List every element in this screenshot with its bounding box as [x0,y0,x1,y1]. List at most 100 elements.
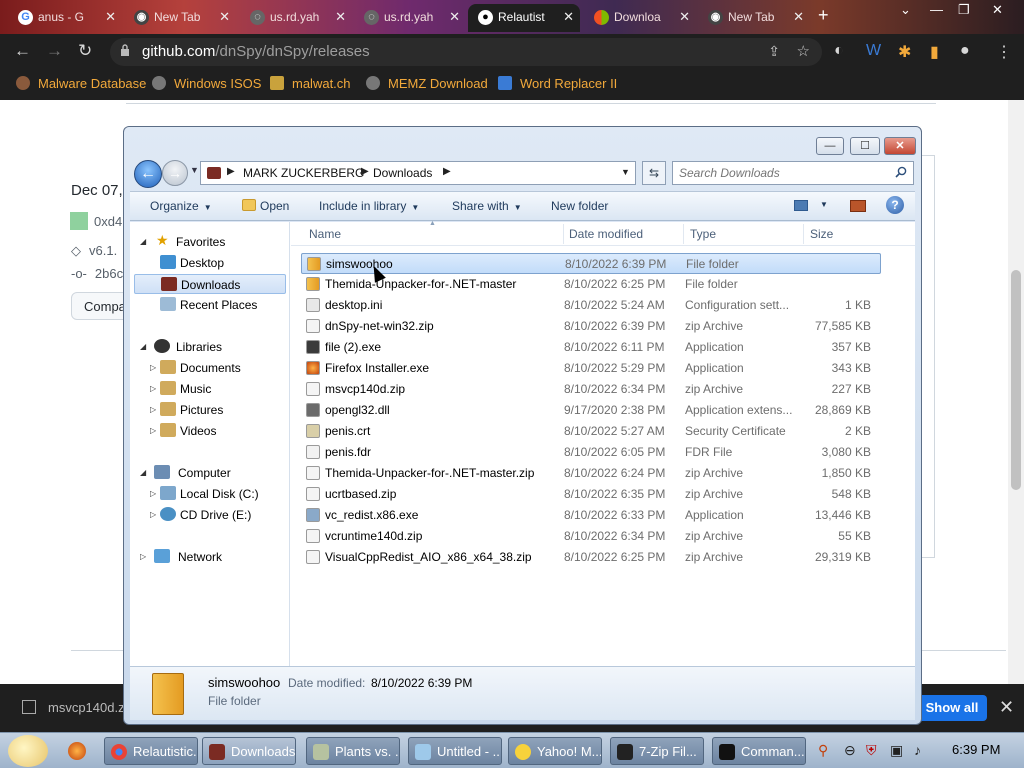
column-header-name[interactable]: Name [309,227,341,241]
collapsed-arrow-icon[interactable]: ▷ [150,405,156,414]
browser-tab-active[interactable]: ● Relautist ✕ [468,4,580,32]
browser-tab[interactable]: ◉ New Tab ✕ [124,4,236,32]
column-divider[interactable] [563,224,564,244]
commit-row[interactable]: -o- 2b6c [71,266,123,281]
file-row[interactable]: VisualCppRedist_AIO_x86_x64_38.zip 8/10/2… [301,547,881,568]
browser-tab[interactable]: ◌ us.rd.yah ✕ [240,4,352,32]
nav-music[interactable]: ▷ Music [150,379,288,399]
close-icon[interactable]: ✕ [793,4,804,30]
start-button[interactable] [8,735,48,767]
open-button[interactable]: Open [242,199,289,213]
file-row[interactable]: file (2).exe 8/10/2022 6:11 PM Application… [301,337,881,358]
file-row[interactable]: vc_redist.x86.exe 8/10/2022 6:33 PM Applic… [301,505,881,526]
search-icon[interactable] [895,166,907,178]
browser-tab[interactable]: ◌ us.rd.yah ✕ [354,4,466,32]
clock[interactable]: 6:39 PM [952,742,1000,757]
nav-cd-drive[interactable]: ▷ CD Drive (E:) [150,505,288,525]
file-row[interactable]: Themida-Unpacker-for-.NET-master.zip 8/10… [301,463,881,484]
search-box[interactable] [672,161,914,185]
minimize-icon[interactable]: — [930,2,943,17]
maximize-button[interactable]: ☐ [850,137,880,155]
file-row[interactable]: simswoohoo 8/10/2022 6:39 PM File folder [301,253,881,274]
nav-recent-places[interactable]: Recent Places [140,295,288,315]
nav-computer[interactable]: ◢ Computer [140,463,288,483]
forward-icon[interactable]: → [46,42,63,60]
new-tab-icon[interactable]: + [818,5,829,26]
new-folder-button[interactable]: New folder [551,199,608,213]
expand-arrow-icon[interactable]: ◢ [140,342,146,351]
file-row[interactable]: opengl32.dll 9/17/2020 2:38 PM Application… [301,400,881,421]
back-arrow-icon[interactable]: ← [134,160,162,188]
nav-libraries[interactable]: ◢ Libraries [140,337,288,357]
scrollbar-thumb[interactable] [1011,270,1021,490]
expand-arrow-icon[interactable]: ◢ [140,468,146,477]
taskbar-item-downloads[interactable]: Downloads [202,737,296,765]
organize-button[interactable]: Organize ▼ [150,199,212,213]
file-row[interactable]: msvcp140d.zip 8/10/2022 6:34 PM zip Archiv… [301,379,881,400]
help-icon[interactable]: ? [886,196,904,214]
close-icon[interactable]: ✕ [335,4,346,30]
taskbar-item-plants-vs[interactable]: Plants vs. ... [306,737,400,765]
share-icon[interactable]: ⇪ [768,43,780,60]
nav-videos[interactable]: ▷ Videos [150,421,288,441]
firefox-icon[interactable] [68,742,86,760]
browser-tab[interactable]: G anus - G ✕ [8,4,122,32]
extensions-puzzle-icon[interactable]: ✱ [898,42,911,62]
expand-arrow-icon[interactable]: ◢ [140,237,146,246]
search-icon[interactable]: ⚲ [818,742,828,759]
close-icon[interactable]: ✕ [449,4,460,30]
chevron-right-icon[interactable]: ▶ [443,166,451,177]
tag-label[interactable]: v6.1. [89,243,117,258]
reload-icon[interactable]: ↻ [78,42,92,60]
breadcrumb-downloads[interactable]: Downloads [373,166,432,180]
page-scrollbar[interactable] [1008,100,1024,684]
column-divider[interactable] [683,224,684,244]
close-icon[interactable]: ✕ [563,4,574,30]
file-row[interactable]: dnSpy-net-win32.zip 8/10/2022 6:39 PM zip … [301,316,881,337]
change-view-icon[interactable] [794,200,808,211]
forward-arrow-icon[interactable]: → [162,160,188,186]
side-panel-icon[interactable]: ▮ [930,42,939,62]
close-icon[interactable]: ✕ [105,4,116,30]
address-breadcrumb[interactable]: ▶ MARK ZUCKERBERG ▶ Downloads ▶ ▼ [200,161,636,185]
browser-tab[interactable]: Downloa ✕ [584,4,696,32]
bookmark-word-replacer[interactable]: Word Replacer II [498,76,617,91]
nav-local-disk[interactable]: ▷ Local Disk (C:) [150,484,288,504]
chevron-right-icon[interactable]: ▶ [361,166,369,177]
nav-network[interactable]: ▷ Network [140,547,288,567]
file-row[interactable]: Firefox Installer.exe 8/10/2022 5:29 PM Ap… [301,358,881,379]
preview-pane-icon[interactable] [850,200,866,212]
include-in-library-button[interactable]: Include in library ▼ [319,199,419,213]
shield-icon[interactable]: ⛨ [866,742,877,759]
search-input[interactable] [679,163,889,183]
close-icon[interactable]: ✕ [219,4,230,30]
refresh-icon[interactable]: ⇆ [642,161,666,185]
file-row[interactable]: penis.fdr 8/10/2022 6:05 PM FDR File 3,080 … [301,442,881,463]
file-row[interactable]: vcruntime140d.zip 8/10/2022 6:34 PM zip Ar… [301,526,881,547]
restore-icon[interactable]: ❐ [958,2,970,18]
minimize-button[interactable]: — [816,137,844,155]
nav-documents[interactable]: ▷ Documents [150,358,288,378]
taskbar-item-yahoo-messenger[interactable]: Yahoo! M... [508,737,602,765]
bookmark-windows-isos[interactable]: Windows ISOS [152,76,261,91]
nav-downloads[interactable]: Downloads [134,274,286,294]
nav-favorites[interactable]: ◢ ★ Favorites [140,232,288,252]
profile-avatar-icon[interactable]: ● [960,42,970,60]
nav-desktop[interactable]: Desktop [140,253,288,273]
tray-minus-icon[interactable]: ⊖ [844,742,856,759]
file-row[interactable]: Themida-Unpacker-for-.NET-master 8/10/202… [301,274,881,295]
address-bar[interactable]: github.com/dnSpy/dnSpy/releases ⇪ ☆ [110,38,822,66]
network-icon[interactable]: ▣ [890,742,903,759]
commit-sha[interactable]: 2b6c [95,266,123,281]
word-extension-icon[interactable]: W [866,42,881,60]
collapsed-arrow-icon[interactable]: ▷ [150,426,156,435]
column-header-type[interactable]: Type [690,227,716,241]
file-row[interactable]: penis.crt 8/10/2022 5:27 AM Security Certi… [301,421,881,442]
nav-pictures[interactable]: ▷ Pictures [150,400,288,420]
extension-flag-icon[interactable]: ◐ [834,42,844,60]
taskbar-item-command-prompt[interactable]: Comman... [712,737,806,765]
close-window-icon[interactable]: ✕ [992,2,1003,18]
volume-icon[interactable]: ♪ [914,742,921,758]
taskbar-item-notepad[interactable]: Untitled - ... [408,737,502,765]
collapsed-arrow-icon[interactable]: ▷ [150,510,156,519]
